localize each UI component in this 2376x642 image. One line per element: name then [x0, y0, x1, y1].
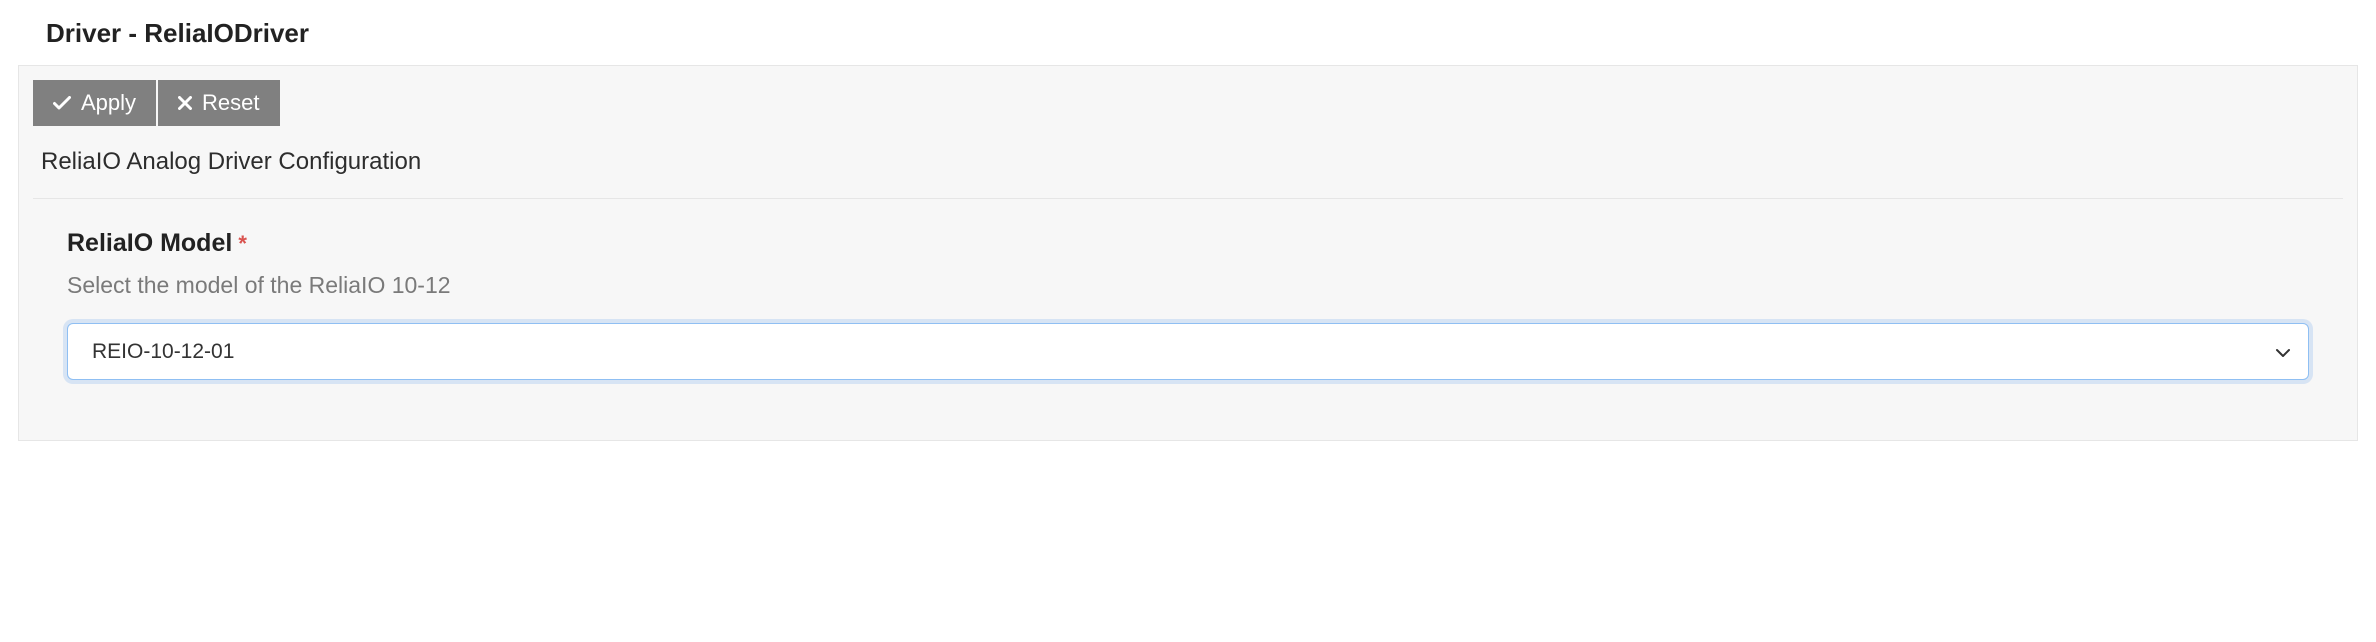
required-asterisk: * [238, 231, 247, 257]
page-title: Driver - ReliaIODriver [46, 18, 2358, 49]
config-header: ReliaIO Analog Driver Configuration [33, 148, 2343, 199]
apply-button[interactable]: Apply [33, 80, 156, 126]
field-label-row: ReliaIO Model * [67, 229, 2309, 258]
form-section: ReliaIO Model * Select the model of the … [33, 199, 2343, 380]
toolbar: Apply Reset [33, 80, 2343, 126]
check-icon [53, 96, 71, 110]
config-panel: Apply Reset ReliaIO Analog Driver Config… [18, 65, 2358, 441]
model-select-wrapper: REIO-10-12-01 [67, 323, 2309, 380]
apply-button-label: Apply [81, 92, 136, 114]
field-help: Select the model of the ReliaIO 10-12 [67, 272, 2309, 299]
model-select[interactable]: REIO-10-12-01 [67, 323, 2309, 380]
config-page: Driver - ReliaIODriver Apply Reset [0, 0, 2376, 441]
close-icon [178, 96, 192, 110]
field-label: ReliaIO Model [67, 229, 232, 258]
reset-button-label: Reset [202, 92, 259, 114]
reset-button[interactable]: Reset [158, 80, 279, 126]
